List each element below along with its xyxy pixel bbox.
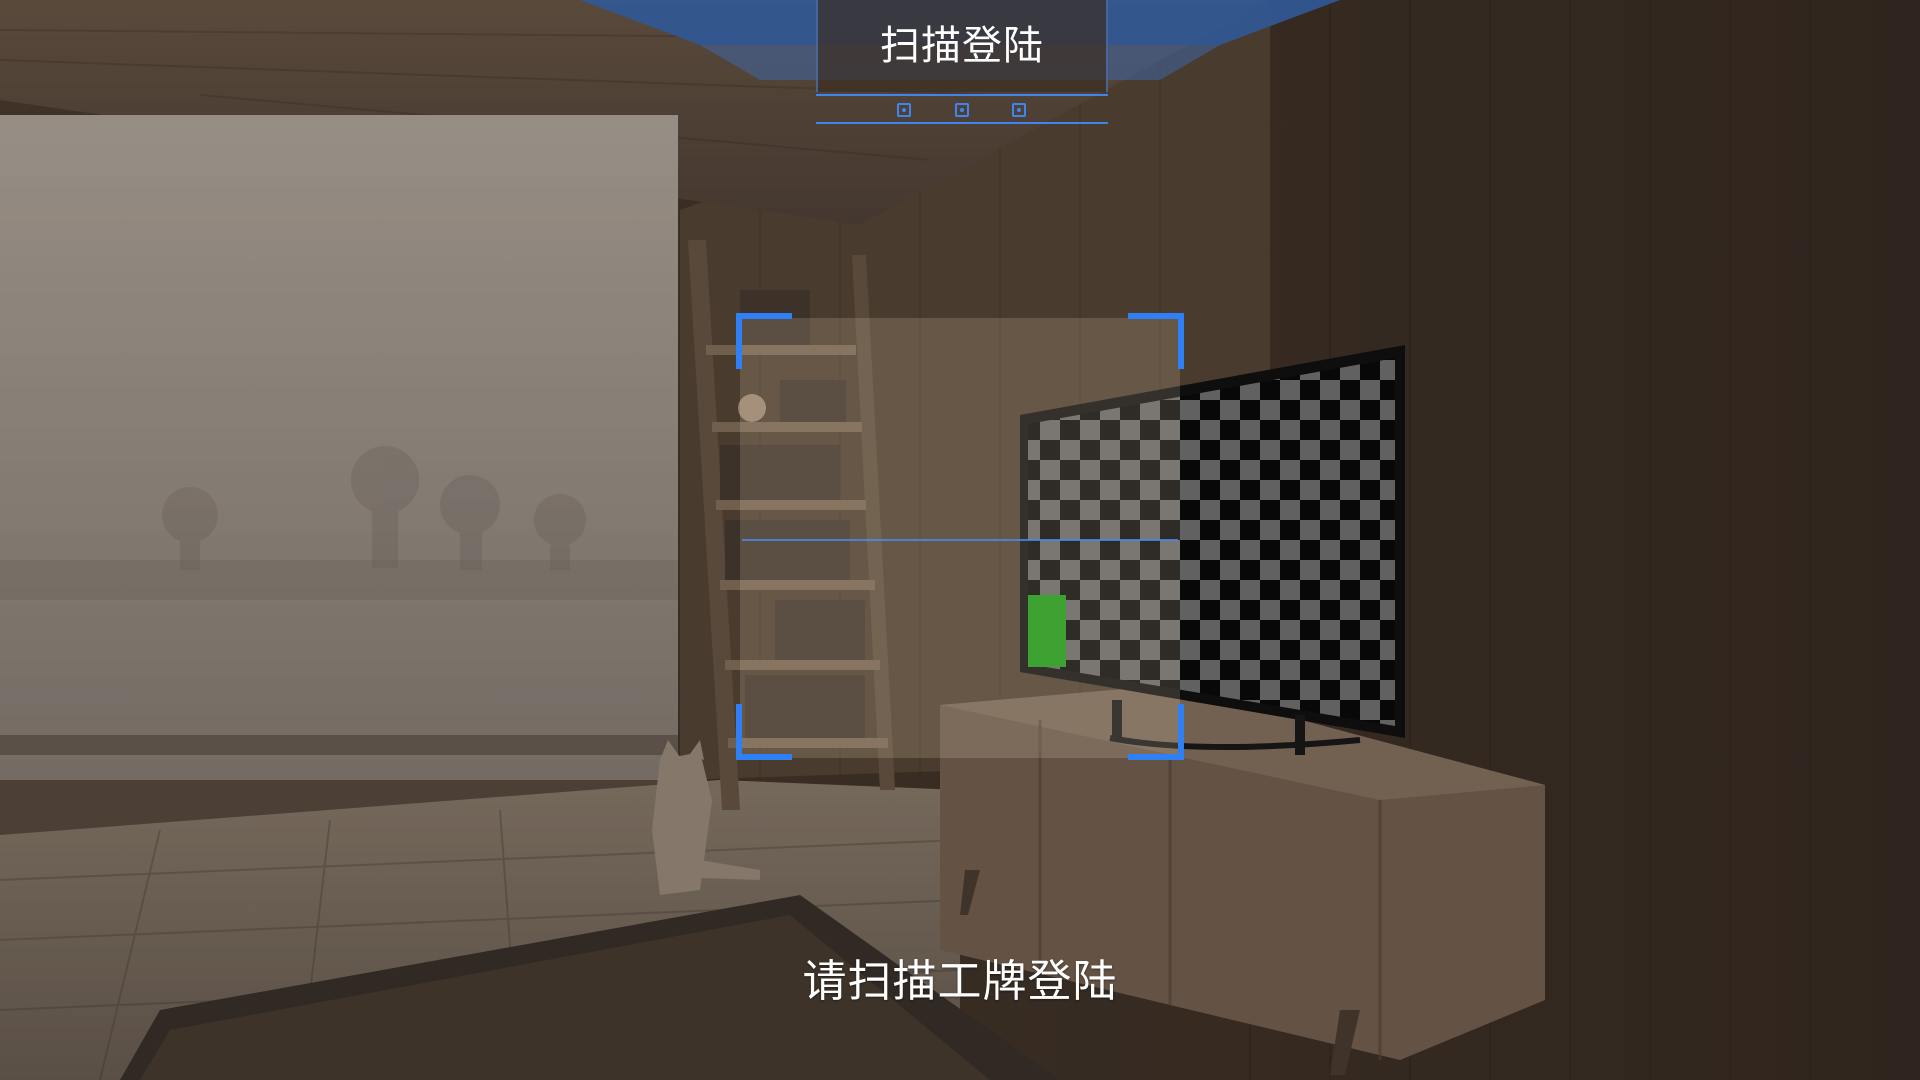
page-title: 扫描登陆 [880, 23, 1044, 69]
scan-frame-corner-bottom-right [1128, 704, 1184, 760]
scan-prompt: 请扫描工牌登陆 [802, 956, 1118, 1007]
scan-frame-corner-top-left [736, 313, 792, 369]
scan-frame-corner-top-right [1128, 313, 1184, 369]
dot-indicator-icon [1012, 103, 1026, 117]
scan-window [740, 318, 1180, 758]
title-header: 扫描登陆 [816, 0, 1108, 92]
title-underline [816, 94, 1108, 96]
scan-line [742, 539, 1178, 541]
dot-indicator-icon [955, 103, 969, 117]
page-indicator [816, 100, 1108, 124]
dot-indicator-icon [897, 103, 911, 117]
scan-frame-corner-bottom-left [736, 704, 792, 760]
